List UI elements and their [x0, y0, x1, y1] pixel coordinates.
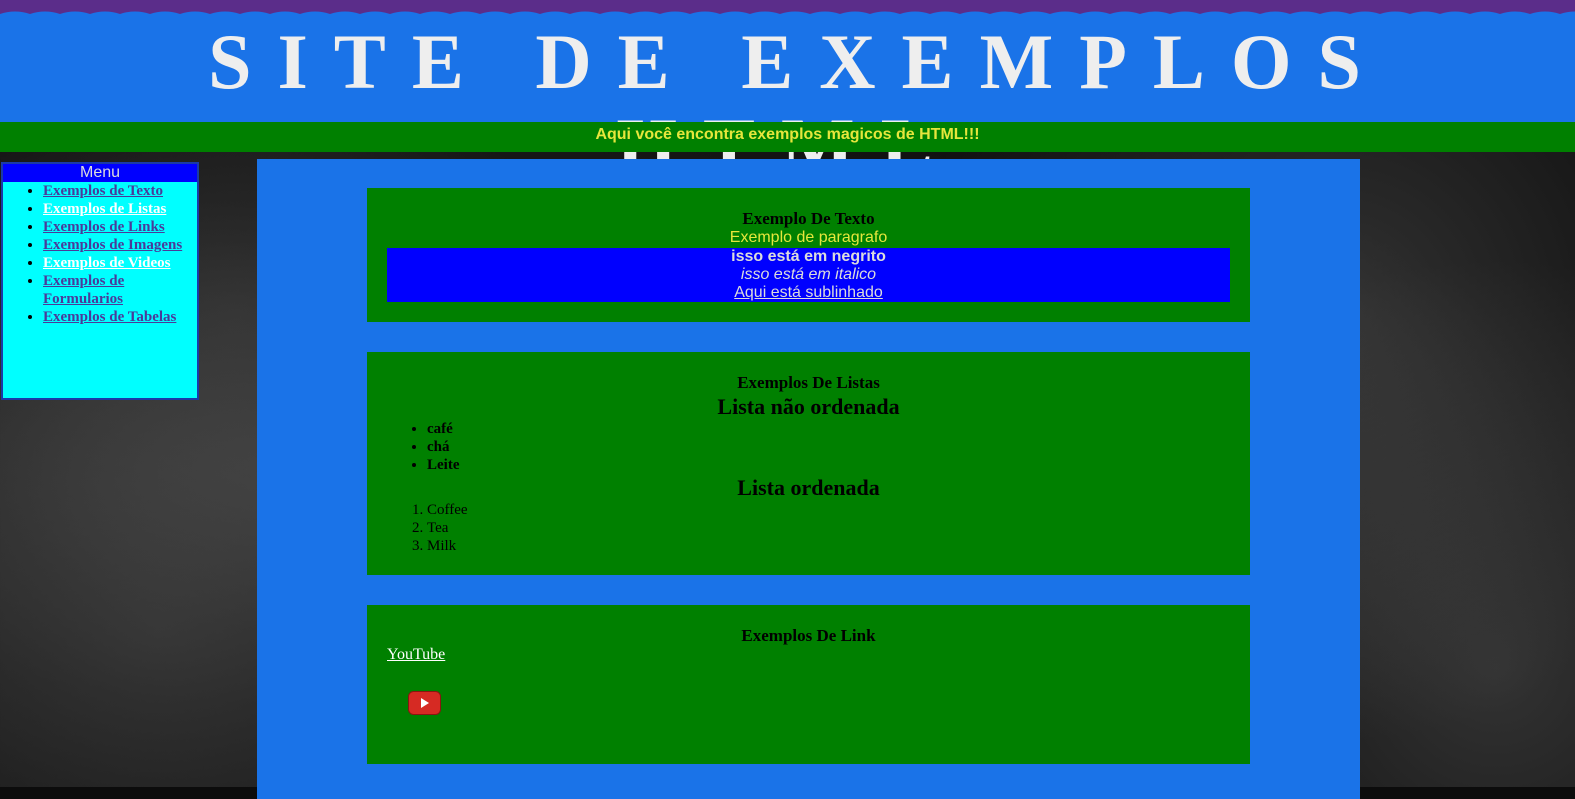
- menu-item-videos: Exemplos de Videos: [43, 254, 197, 272]
- underline-text[interactable]: Aqui está sublinhado: [734, 284, 883, 301]
- menu-item-tabelas: Exemplos de Tabelas: [43, 308, 197, 326]
- unordered-list-title: Lista não ordenada: [717, 394, 900, 419]
- menu-item-texto: Exemplos de Texto: [43, 182, 197, 200]
- main-content: Exemplo De Texto Exemplo de paragrafo is…: [257, 159, 1360, 799]
- menu-item-listas: Exemplos de Listas: [43, 200, 197, 218]
- list-item: Leite: [427, 456, 459, 474]
- menu-link-texto[interactable]: Exemplos de Texto: [43, 183, 163, 199]
- menu-link-videos[interactable]: Exemplos de Videos: [43, 255, 171, 271]
- site-tagline: Aqui você encontra exemplos magicos de H…: [595, 126, 980, 143]
- side-menu: Menu Exemplos de Texto Exemplos de Lista…: [1, 162, 199, 400]
- list-item: Milk: [427, 537, 468, 555]
- list-item: Tea: [427, 519, 468, 537]
- list-item: café: [427, 420, 459, 438]
- menu-link-formularios[interactable]: Exemplos de Formularios: [43, 273, 124, 307]
- wave-decoration: [0, 0, 1575, 18]
- menu-item-imagens: Exemplos de Imagens: [43, 236, 197, 254]
- underline-text-row: Aqui está sublinhado: [387, 284, 1230, 302]
- youtube-icon-graphic: [408, 691, 441, 715]
- site-header: SITE DE EXEMPLOS HTML: [0, 0, 1575, 188]
- tagline-bar: Aqui você encontra exemplos magicos de H…: [0, 122, 1575, 152]
- list-item: Coffee: [427, 501, 468, 519]
- menu-title: Menu: [3, 164, 197, 182]
- menu-link-links[interactable]: Exemplos de Links: [43, 219, 165, 235]
- menu-link-listas[interactable]: Exemplos de Listas: [43, 201, 166, 217]
- bold-text: isso está em negrito: [731, 248, 886, 265]
- menu-list: Exemplos de Texto Exemplos de Listas Exe…: [3, 182, 197, 326]
- links-section-heading: Exemplos De Link: [741, 626, 876, 645]
- menu-link-tabelas[interactable]: Exemplos de Tabelas: [43, 309, 176, 325]
- menu-item-formularios: Exemplos de Formularios: [43, 272, 197, 308]
- youtube-icon[interactable]: [408, 691, 441, 715]
- list-examples-section: Exemplos De Listas Lista não ordenada ca…: [367, 352, 1250, 575]
- menu-item-links: Exemplos de Links: [43, 218, 197, 236]
- ordered-list-title: Lista ordenada: [737, 475, 880, 500]
- menu-link-imagens[interactable]: Exemplos de Imagens: [43, 237, 182, 253]
- italic-text: isso está em italico: [740, 266, 877, 283]
- unordered-list: café chá Leite: [387, 420, 459, 474]
- youtube-link[interactable]: YouTube: [387, 646, 445, 664]
- paragraph-example: Exemplo de paragrafo: [729, 229, 888, 246]
- formatting-box: isso está em negrito isso está em italic…: [387, 248, 1230, 302]
- ordered-list: Coffee Tea Milk: [387, 501, 468, 555]
- link-examples-section: Exemplos De Link YouTube: [367, 605, 1250, 764]
- text-examples-section: Exemplo De Texto Exemplo de paragrafo is…: [367, 188, 1250, 322]
- text-section-heading: Exemplo De Texto: [742, 209, 875, 228]
- wave-border: [0, 0, 1575, 18]
- list-item: chá: [427, 438, 459, 456]
- lists-section-heading: Exemplos De Listas: [737, 373, 880, 392]
